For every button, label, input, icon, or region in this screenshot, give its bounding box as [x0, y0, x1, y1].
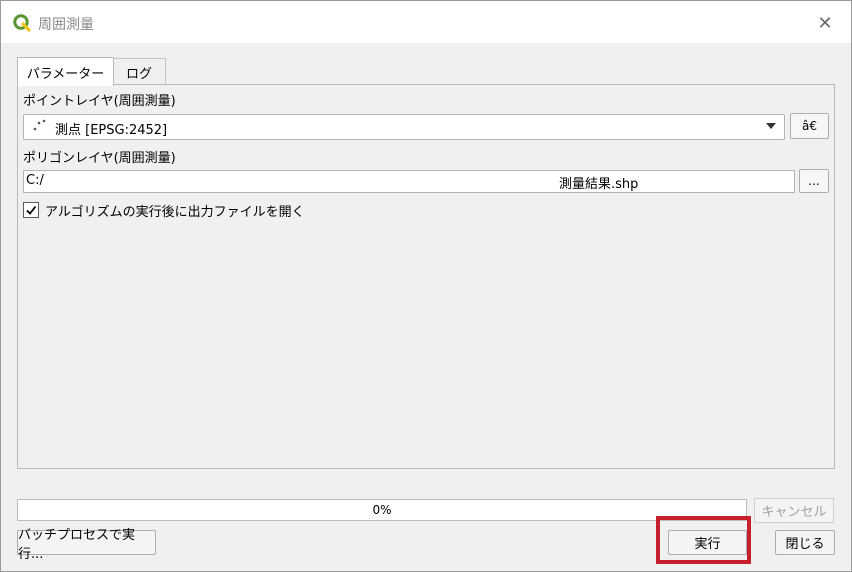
open-output-checkbox[interactable] [23, 202, 39, 218]
browse-button[interactable]: ... [799, 169, 829, 193]
cancel-label: キャンセル [761, 505, 827, 520]
output-path-input[interactable]: C:/ 測量結果.shp [23, 170, 795, 193]
tab-log[interactable]: ログ [112, 58, 166, 85]
tab-parameters-label: パラメーター [26, 66, 105, 82]
progress-text: 0% [372, 503, 392, 517]
point-layer-label: ポイントレイヤ(周囲測量) [23, 94, 176, 109]
output-path-filename: 測量結果.shp [559, 177, 639, 192]
batch-process-button[interactable]: バッチプロセスで実行... [17, 528, 156, 562]
output-path-prefix: C:/ [26, 173, 44, 188]
checkmark-icon [26, 205, 37, 215]
point-layer-select[interactable]: 測点 [EPSG:2452] [23, 114, 785, 140]
close-label: 閉じる [785, 537, 825, 552]
chevron-down-icon [766, 123, 776, 129]
point-layer-value: 測点 [EPSG:2452] [55, 123, 168, 138]
qgis-logo-icon [13, 14, 31, 32]
tab-parameters[interactable]: パラメーター [17, 57, 114, 86]
browse-label: ... [808, 174, 820, 188]
cancel-button[interactable]: キャンセル [754, 498, 834, 523]
iterate-button[interactable]: â€ [790, 113, 829, 139]
close-icon[interactable]: ✕ [813, 12, 837, 34]
open-output-label: アルゴリズムの実行後に出力ファイルを開く [45, 205, 305, 220]
dialog-window: 周囲測量 ✕ パラメーター ログ ポイントレイヤ(周囲測量) 測点 [EPSG:… [0, 0, 852, 572]
batch-process-label: バッチプロセスで実行... [18, 527, 136, 562]
point-layer-icon [33, 119, 46, 131]
close-button[interactable]: 閉じる [775, 530, 835, 555]
tab-log-label: ログ [125, 66, 152, 82]
run-label: 実行 [694, 537, 721, 552]
title-bar: 周囲測量 ✕ [1, 1, 851, 43]
iterate-icon: â€ [802, 119, 817, 133]
parameters-panel [17, 84, 835, 469]
window-title: 周囲測量 [38, 17, 94, 33]
polygon-layer-label: ポリゴンレイヤ(周囲測量) [23, 151, 176, 166]
progress-bar: 0% [17, 499, 747, 521]
run-button[interactable]: 実行 [668, 530, 747, 555]
